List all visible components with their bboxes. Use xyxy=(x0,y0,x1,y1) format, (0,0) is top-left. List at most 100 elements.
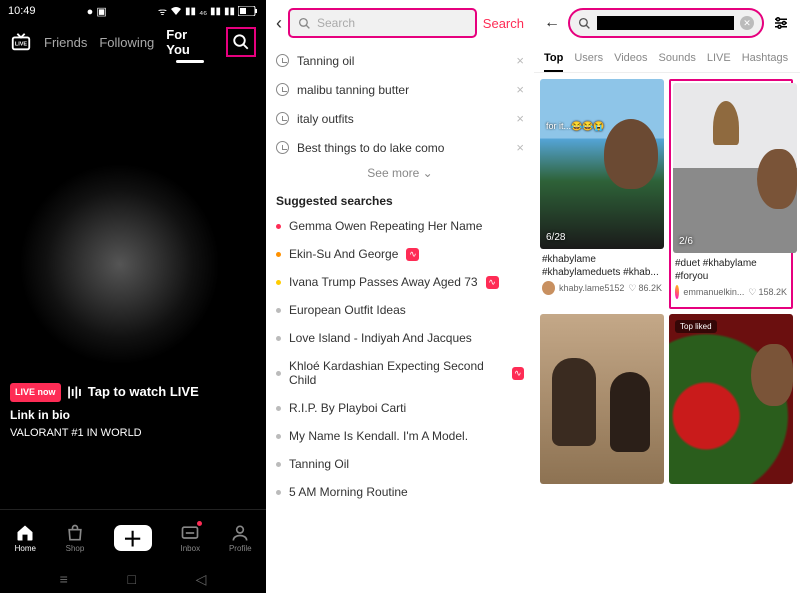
result-card-highlighted[interactable]: 2/6 #duet #khabylame #foryou emmanuelkin… xyxy=(669,79,793,309)
clock-icon xyxy=(276,112,289,125)
trend-dot xyxy=(276,371,281,376)
recent-text: Tanning oil xyxy=(297,54,354,68)
hashtags: #duet #khabylame #foryou xyxy=(673,253,789,283)
suggested-text: Love Island - Indiyah And Jacques xyxy=(289,331,472,345)
suggested-text: Tanning Oil xyxy=(289,457,349,471)
result-tabs: Top Users Videos Sounds LIVE Hashtags xyxy=(534,46,800,73)
suggested-item[interactable]: 5 AM Morning Routine xyxy=(276,478,524,506)
suggested-text: 5 AM Morning Routine xyxy=(289,485,408,499)
inbox-icon xyxy=(180,523,200,543)
results-bar: ← ✕ xyxy=(534,0,800,46)
clear-icon[interactable]: ✕ xyxy=(740,16,754,30)
remove-icon[interactable]: × xyxy=(516,140,524,155)
suggested-item[interactable]: R.I.P. By Playboi Carti xyxy=(276,394,524,422)
clock-icon xyxy=(276,83,289,96)
feed-video[interactable]: |ı|ı Tap to watch LIVE LIVE now Link in … xyxy=(0,64,266,509)
nav-shop[interactable]: Shop xyxy=(65,523,85,553)
hashtags: #khabylame #khabylameduets #khab... xyxy=(540,249,664,279)
remove-icon[interactable]: × xyxy=(516,111,524,126)
tab-following[interactable]: Following xyxy=(99,35,154,50)
filter-icon[interactable] xyxy=(772,14,790,32)
search-input[interactable]: ✕ xyxy=(568,8,764,38)
suggested-text: Ekin-Su And George xyxy=(289,247,398,261)
result-card[interactable]: Top liked xyxy=(669,314,793,484)
home-icon xyxy=(14,523,36,543)
sys-back-icon[interactable]: ◁ xyxy=(196,571,207,588)
tab-users[interactable]: Users xyxy=(574,46,603,72)
search-action[interactable]: Search xyxy=(483,16,524,31)
suggested-item[interactable]: Love Island - Indiyah And Jacques xyxy=(276,324,524,352)
suggested-item[interactable]: My Name Is Kendall. I'm A Model. xyxy=(276,422,524,450)
suggested-item[interactable]: Gemma Owen Repeating Her Name xyxy=(276,212,524,240)
trend-dot xyxy=(276,336,281,341)
slide-count: 2/6 xyxy=(679,236,693,247)
bottom-nav: Home Shop ＋ Inbox Profile xyxy=(0,509,266,565)
suggested-item[interactable]: Ekin-Su And George∿ xyxy=(276,240,524,268)
tab-hashtags[interactable]: Hashtags xyxy=(742,46,788,72)
search-query-redacted xyxy=(597,16,734,30)
see-more[interactable]: See more ⌄ xyxy=(266,162,534,190)
recent-item[interactable]: Tanning oil × xyxy=(276,46,524,75)
username[interactable]: emmanuelkin... xyxy=(683,287,744,297)
back-icon[interactable]: ‹ xyxy=(276,13,282,34)
suggested-item[interactable]: Ivana Trump Passes Away Aged 73∿ xyxy=(276,268,524,296)
tab-videos[interactable]: Videos xyxy=(614,46,647,72)
create-button[interactable]: ＋ xyxy=(114,525,152,551)
recent-text: malibu tanning butter xyxy=(297,83,409,97)
video-thumbnail[interactable]: 2/6 xyxy=(673,83,797,253)
video-thumbnail[interactable]: Top liked xyxy=(669,314,793,484)
video-thumbnail[interactable] xyxy=(540,314,664,484)
search-input[interactable]: Search xyxy=(288,8,477,38)
recent-item[interactable]: malibu tanning butter × xyxy=(276,75,524,104)
trend-dot xyxy=(276,252,281,257)
feed-overlay: LIVE now Link in bio VALORANT #1 IN WORL… xyxy=(10,383,142,443)
like-count: ♡ 158.2K xyxy=(748,287,787,298)
nav-profile[interactable]: Profile xyxy=(229,523,252,553)
slide-count: 6/28 xyxy=(546,232,565,243)
suggested-item[interactable]: Khloé Kardashian Expecting Second Child∿ xyxy=(276,352,524,394)
username[interactable]: khaby.lame5152 xyxy=(559,283,624,293)
link-in-bio[interactable]: Link in bio xyxy=(10,408,70,422)
search-icon xyxy=(232,33,250,51)
bell-icon: ᯤ xyxy=(158,4,167,18)
clock-icon xyxy=(276,54,289,67)
recent-item[interactable]: italy outfits × xyxy=(276,104,524,133)
tab-friends[interactable]: Friends xyxy=(44,35,87,50)
hot-icon: ∿ xyxy=(486,276,499,289)
profile-icon xyxy=(230,523,250,543)
live-tv-icon[interactable]: LIVE xyxy=(10,31,32,53)
remove-icon[interactable]: × xyxy=(516,53,524,68)
recent-text: italy outfits xyxy=(297,112,354,126)
avatar xyxy=(675,285,679,299)
remove-icon[interactable]: × xyxy=(516,82,524,97)
suggested-item[interactable]: European Outfit Ideas xyxy=(276,296,524,324)
result-card[interactable]: 6/28 #khabylame #khabylameduets #khab...… xyxy=(540,79,664,309)
search-icon xyxy=(578,17,591,30)
nav-inbox[interactable]: Inbox xyxy=(180,523,200,553)
trend-dot xyxy=(276,434,281,439)
nav-home[interactable]: Home xyxy=(14,523,36,553)
results-grid: 6/28 #khabylame #khabylameduets #khab...… xyxy=(534,73,800,490)
result-card[interactable] xyxy=(540,314,664,484)
suggested-text: My Name Is Kendall. I'm A Model. xyxy=(289,429,468,443)
search-placeholder: Search xyxy=(317,16,355,30)
signal-icon: ▮▮ xyxy=(185,6,196,17)
top-nav: LIVE Friends Following For You xyxy=(0,20,266,64)
tab-live[interactable]: LIVE xyxy=(707,46,731,72)
tab-top[interactable]: Top xyxy=(544,46,563,72)
video-thumbnail[interactable]: 6/28 xyxy=(540,79,664,249)
tab-for-you[interactable]: For You xyxy=(166,27,214,57)
suggested-text: Khloé Kardashian Expecting Second Child xyxy=(289,359,504,387)
wifi-icon xyxy=(170,6,182,16)
trend-dot xyxy=(276,462,281,467)
recent-searches: Tanning oil×malibu tanning butter×italy … xyxy=(266,46,534,162)
back-icon[interactable]: ← xyxy=(544,14,560,32)
search-button[interactable] xyxy=(226,27,256,57)
trend-dot xyxy=(276,308,281,313)
sys-home-icon[interactable]: □ xyxy=(127,571,135,587)
sys-menu-icon[interactable]: ≡ xyxy=(60,571,68,587)
suggested-item[interactable]: Tanning Oil xyxy=(276,450,524,478)
recent-item[interactable]: Best things to do lake como× xyxy=(276,133,524,162)
tab-sounds[interactable]: Sounds xyxy=(659,46,696,72)
notification-dot xyxy=(197,521,202,526)
